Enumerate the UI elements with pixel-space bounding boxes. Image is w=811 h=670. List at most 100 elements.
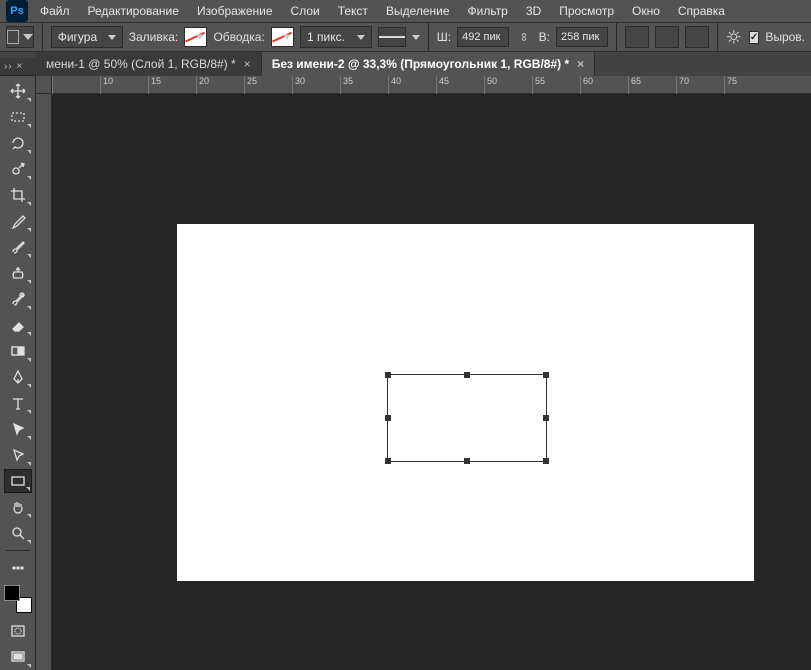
tool-quick-mask[interactable] xyxy=(4,619,32,643)
tool-preset-picker[interactable] xyxy=(6,26,34,48)
menu-view[interactable]: Просмотр xyxy=(553,0,620,22)
transform-handle[interactable] xyxy=(464,372,470,378)
ruler-tick: 10 xyxy=(100,76,148,94)
menu-filter[interactable]: Фильтр xyxy=(462,0,514,22)
ruler-tick: 25 xyxy=(244,76,292,94)
ruler-tick: 50 xyxy=(484,76,532,94)
tool-pen[interactable] xyxy=(4,365,32,389)
ruler-tick: 55 xyxy=(532,76,580,94)
stroke-width-value: 1 пикс. xyxy=(307,30,345,44)
height-input[interactable] xyxy=(556,27,608,47)
vertical-ruler[interactable] xyxy=(36,94,52,670)
tool-screen-mode[interactable] xyxy=(4,645,32,669)
tool-mode-dropdown[interactable]: Фигура xyxy=(51,26,123,48)
document-tab[interactable]: мени-1 @ 50% (Слой 1, RGB/8#) * × xyxy=(36,52,262,76)
options-bar: Фигура Заливка: Обводка: 1 пикс. Ш: ∞ В: xyxy=(0,22,811,52)
transform-handle[interactable] xyxy=(543,372,549,378)
tool-clone-stamp[interactable] xyxy=(4,261,32,285)
document-tab[interactable]: Без имени-2 @ 33,3% (Прямоугольник 1, RG… xyxy=(262,52,595,76)
ruler-tick: 70 xyxy=(676,76,724,94)
close-icon[interactable]: × xyxy=(244,57,251,71)
menu-edit[interactable]: Редактирование xyxy=(82,0,185,22)
ruler-origin[interactable] xyxy=(36,76,52,93)
divider xyxy=(717,23,718,51)
tool-move[interactable] xyxy=(4,79,32,103)
menu-layer[interactable]: Слои xyxy=(285,0,326,22)
transform-handle[interactable] xyxy=(543,458,549,464)
tool-path-selection[interactable] xyxy=(4,417,32,441)
tool-rectangle[interactable] xyxy=(4,469,32,493)
path-operations-button[interactable] xyxy=(625,26,649,48)
tool-eyedropper[interactable] xyxy=(4,209,32,233)
tool-zoom[interactable] xyxy=(4,521,32,545)
document-tab-bar: ›› × мени-1 @ 50% (Слой 1, RGB/8#) * × Б… xyxy=(0,52,811,76)
ruler-tick xyxy=(52,76,100,94)
gear-button[interactable] xyxy=(725,26,743,48)
tool-edit-toolbar[interactable] xyxy=(4,556,32,580)
foreground-color-swatch[interactable] xyxy=(4,585,20,601)
canvas-area: 10 15 20 25 30 35 40 45 50 55 60 65 70 7… xyxy=(36,76,811,670)
stroke-color-swatch[interactable] xyxy=(271,27,294,47)
menu-select[interactable]: Выделение xyxy=(380,0,456,22)
foreground-background-colors[interactable] xyxy=(4,585,32,613)
chevron-down-icon xyxy=(357,35,365,40)
chevron-down-icon xyxy=(412,35,420,40)
horizontal-ruler[interactable]: 10 15 20 25 30 35 40 45 50 55 60 65 70 7… xyxy=(36,76,811,94)
link-icon: ∞ xyxy=(517,33,531,42)
fill-color-swatch[interactable] xyxy=(184,27,207,47)
menu-image[interactable]: Изображение xyxy=(191,0,279,22)
transform-handle[interactable] xyxy=(464,458,470,464)
pasteboard[interactable] xyxy=(52,94,811,670)
tool-eraser[interactable] xyxy=(4,313,32,337)
solid-line-icon xyxy=(379,36,405,38)
tool-history-brush[interactable] xyxy=(4,287,32,311)
ruler-tick: 60 xyxy=(580,76,628,94)
transform-handle[interactable] xyxy=(385,372,391,378)
stroke-label: Обводка: xyxy=(213,30,264,44)
rectangle-icon xyxy=(7,30,19,44)
width-input[interactable] xyxy=(457,27,509,47)
width-label: Ш: xyxy=(437,30,451,44)
menu-file[interactable]: Файл xyxy=(34,0,76,22)
menu-3d[interactable]: 3D xyxy=(520,0,547,22)
transform-handle[interactable] xyxy=(385,415,391,421)
document-tab-title: Без имени-2 @ 33,3% (Прямоугольник 1, RG… xyxy=(272,57,569,71)
collapse-icon: ›› × xyxy=(4,61,23,72)
ruler-tick: 35 xyxy=(340,76,388,94)
menu-type[interactable]: Текст xyxy=(332,0,374,22)
tool-crop[interactable] xyxy=(4,183,32,207)
tool-quick-selection[interactable] xyxy=(4,157,32,181)
app-logo: Ps xyxy=(6,0,28,22)
tool-type[interactable] xyxy=(4,391,32,415)
tool-lasso[interactable] xyxy=(4,131,32,155)
stroke-width-dropdown[interactable]: 1 пикс. xyxy=(300,26,372,48)
align-edges-checkbox[interactable]: ✓ xyxy=(749,31,759,44)
ruler-tick: 20 xyxy=(196,76,244,94)
chevron-down-icon xyxy=(23,34,33,40)
separator xyxy=(6,550,30,551)
align-edges-label: Выров. xyxy=(765,30,805,44)
ruler-tick: 45 xyxy=(436,76,484,94)
tool-marquee[interactable] xyxy=(4,105,32,129)
ruler-tick: 30 xyxy=(292,76,340,94)
tool-direct-selection[interactable] xyxy=(4,443,32,467)
tool-brush[interactable] xyxy=(4,235,32,259)
link-dimensions-button[interactable]: ∞ xyxy=(515,26,533,48)
tool-gradient[interactable] xyxy=(4,339,32,363)
tool-hand[interactable] xyxy=(4,495,32,519)
divider xyxy=(428,23,429,51)
close-icon[interactable]: × xyxy=(577,57,584,71)
divider xyxy=(42,23,43,51)
ruler-tick: 15 xyxy=(148,76,196,94)
path-arrangement-button[interactable] xyxy=(685,26,709,48)
tools-panel xyxy=(0,76,36,670)
gear-icon xyxy=(726,29,742,45)
chevron-down-icon xyxy=(196,35,204,40)
ruler-tick: 75 xyxy=(724,76,772,94)
panel-collapse-strip[interactable]: ›› × xyxy=(0,58,36,76)
transform-handle[interactable] xyxy=(385,458,391,464)
path-alignment-button[interactable] xyxy=(655,26,679,48)
stroke-style-dropdown[interactable] xyxy=(378,27,406,47)
shape-rectangle-selection[interactable] xyxy=(387,374,547,462)
transform-handle[interactable] xyxy=(543,415,549,421)
